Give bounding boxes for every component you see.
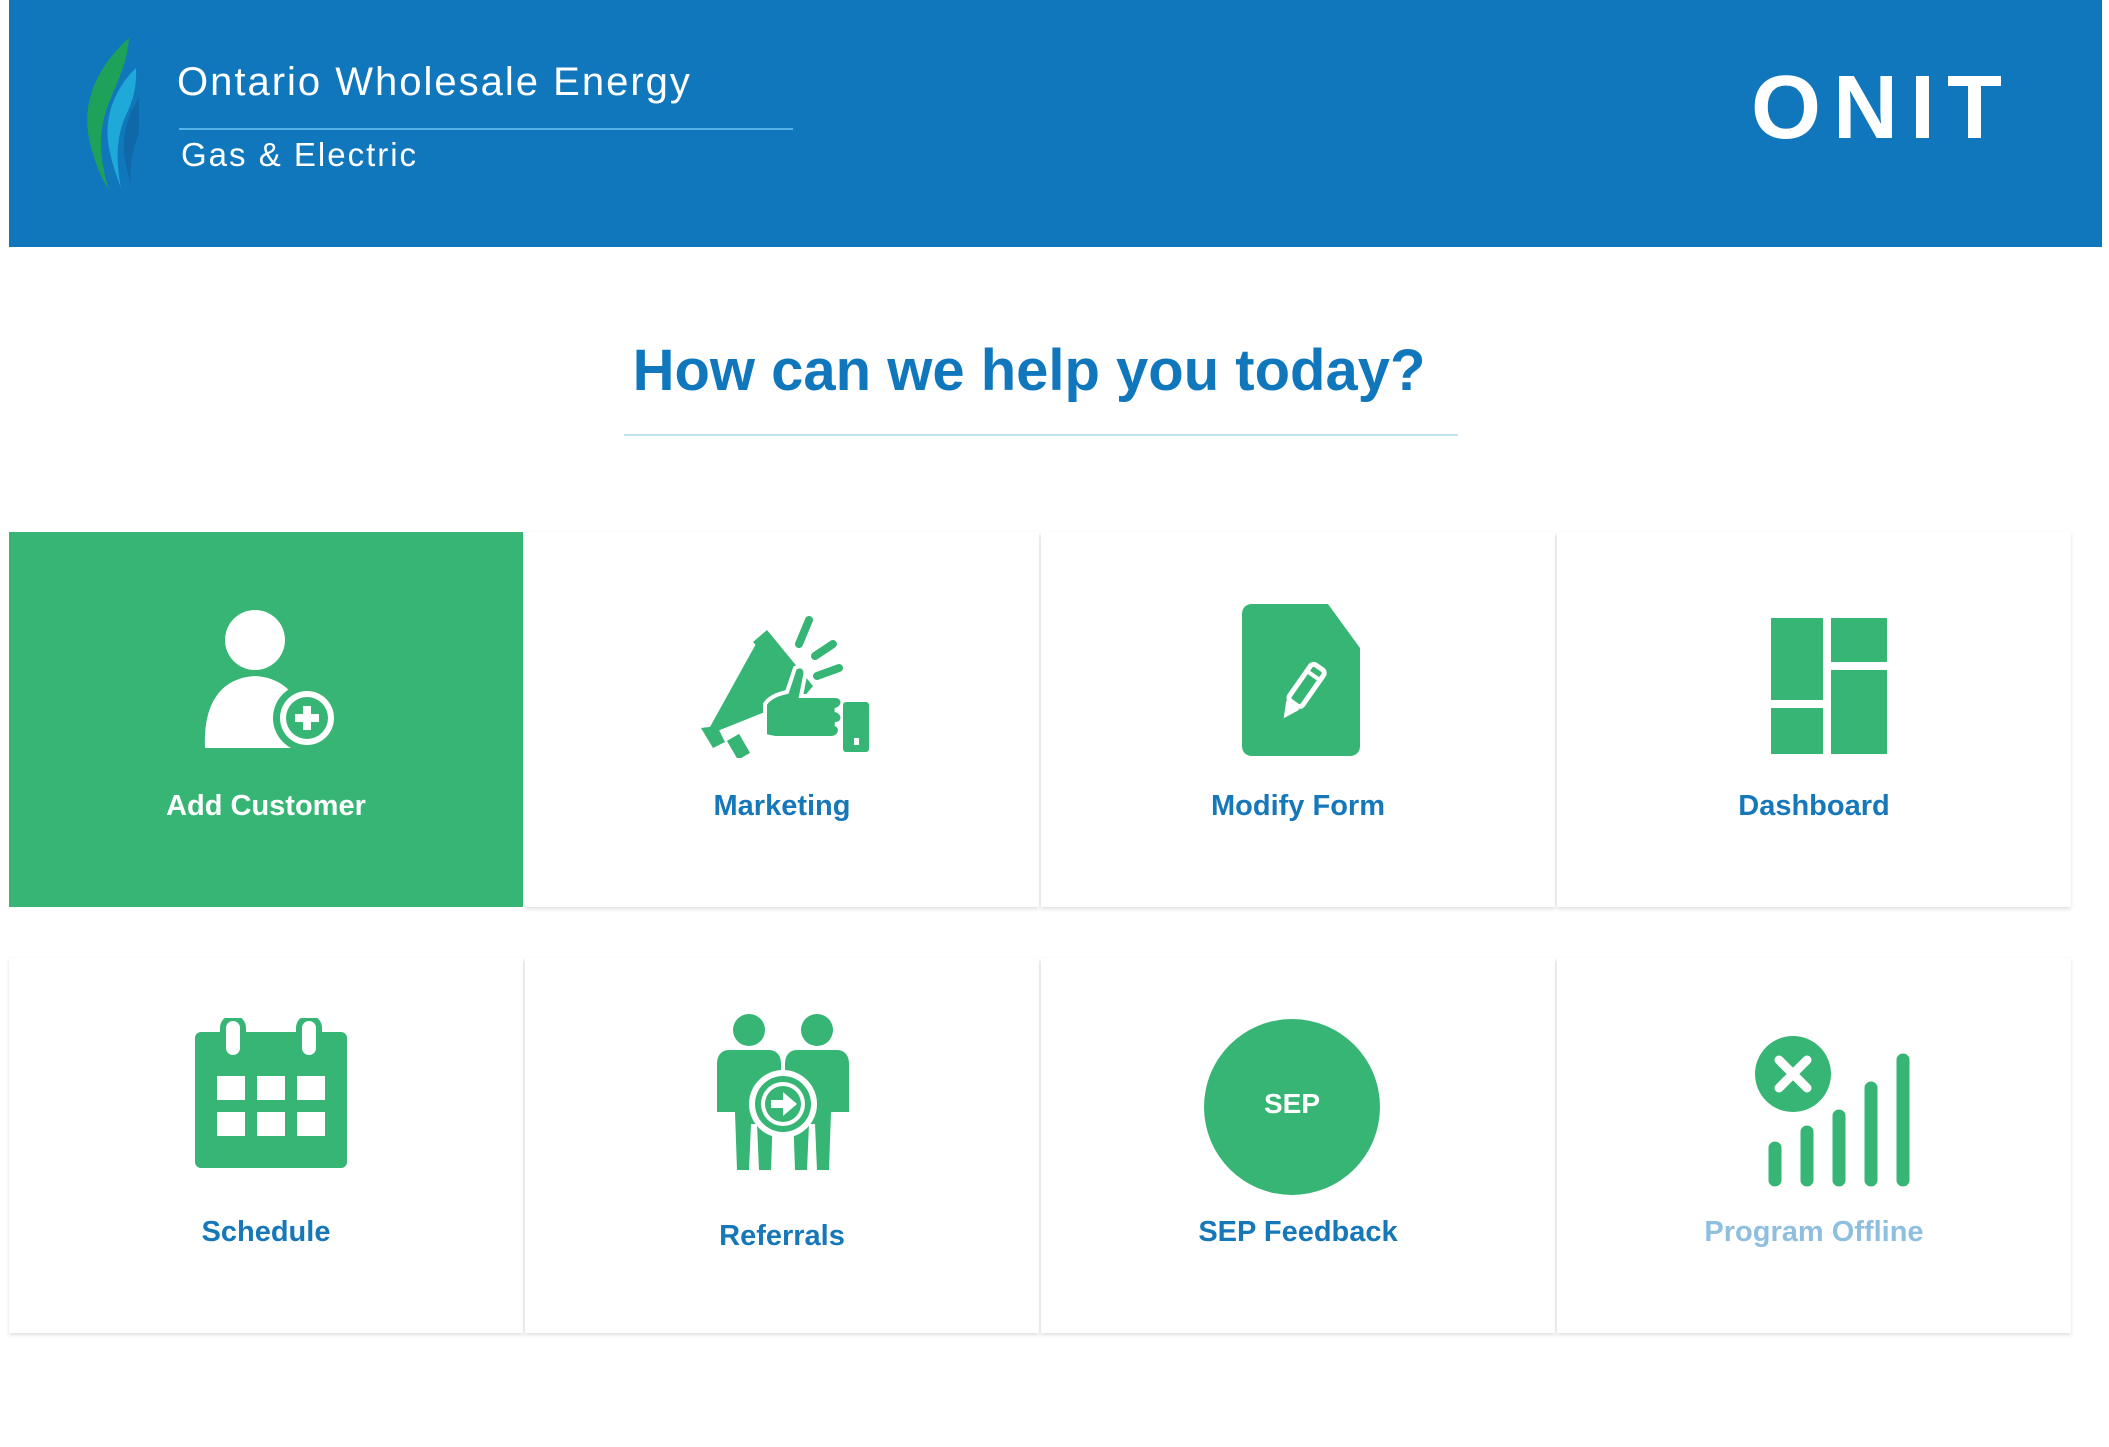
app-header: Ontario Wholesale Energy Gas & Electric … xyxy=(9,0,2102,247)
title-divider xyxy=(624,434,1458,436)
edit-document-icon xyxy=(1041,532,1555,792)
modify-form-tile[interactable]: Modify Form xyxy=(1041,532,1555,907)
referrals-tile[interactable]: Referrals xyxy=(525,958,1039,1333)
tile-label: Dashboard xyxy=(1738,790,1890,822)
tile-label: SEP Feedback xyxy=(1198,1216,1398,1248)
brand-subtitle: Gas & Electric xyxy=(181,136,419,173)
megaphone-thumbs-up-icon xyxy=(525,532,1039,792)
dashboard-layout-icon xyxy=(1557,532,2071,792)
tile-label: Add Customer xyxy=(166,790,366,822)
page-title: How can we help you today? xyxy=(632,338,1426,403)
no-signal-icon xyxy=(1557,958,2071,1218)
sep-feedback-tile[interactable]: SEP SEP Feedback xyxy=(1041,958,1555,1333)
calendar-icon xyxy=(9,958,523,1218)
dashboard-tile[interactable]: Dashboard xyxy=(1557,532,2071,907)
referral-people-icon xyxy=(525,958,1039,1218)
tile-label: Referrals xyxy=(719,1220,845,1252)
tile-label: Modify Form xyxy=(1211,790,1385,822)
add-customer-tile[interactable]: Add Customer xyxy=(9,532,523,907)
flame-logo-icon xyxy=(87,38,139,190)
marketing-tile[interactable]: Marketing xyxy=(525,532,1039,907)
tile-label: Schedule xyxy=(201,1216,331,1248)
program-offline-tile[interactable]: Program Offline xyxy=(1557,958,2071,1333)
tile-label: Marketing xyxy=(713,790,851,822)
app-logo-text: ONIT xyxy=(1751,58,2014,158)
sep-circle-icon: SEP xyxy=(1041,958,1555,1218)
sep-badge-text: SEP xyxy=(1263,1088,1321,1119)
brand-divider xyxy=(179,128,793,130)
schedule-tile[interactable]: Schedule xyxy=(9,958,523,1333)
tile-label: Program Offline xyxy=(1704,1216,1924,1248)
brand-name: Ontario Wholesale Energy xyxy=(177,60,692,104)
add-user-icon xyxy=(9,532,523,792)
